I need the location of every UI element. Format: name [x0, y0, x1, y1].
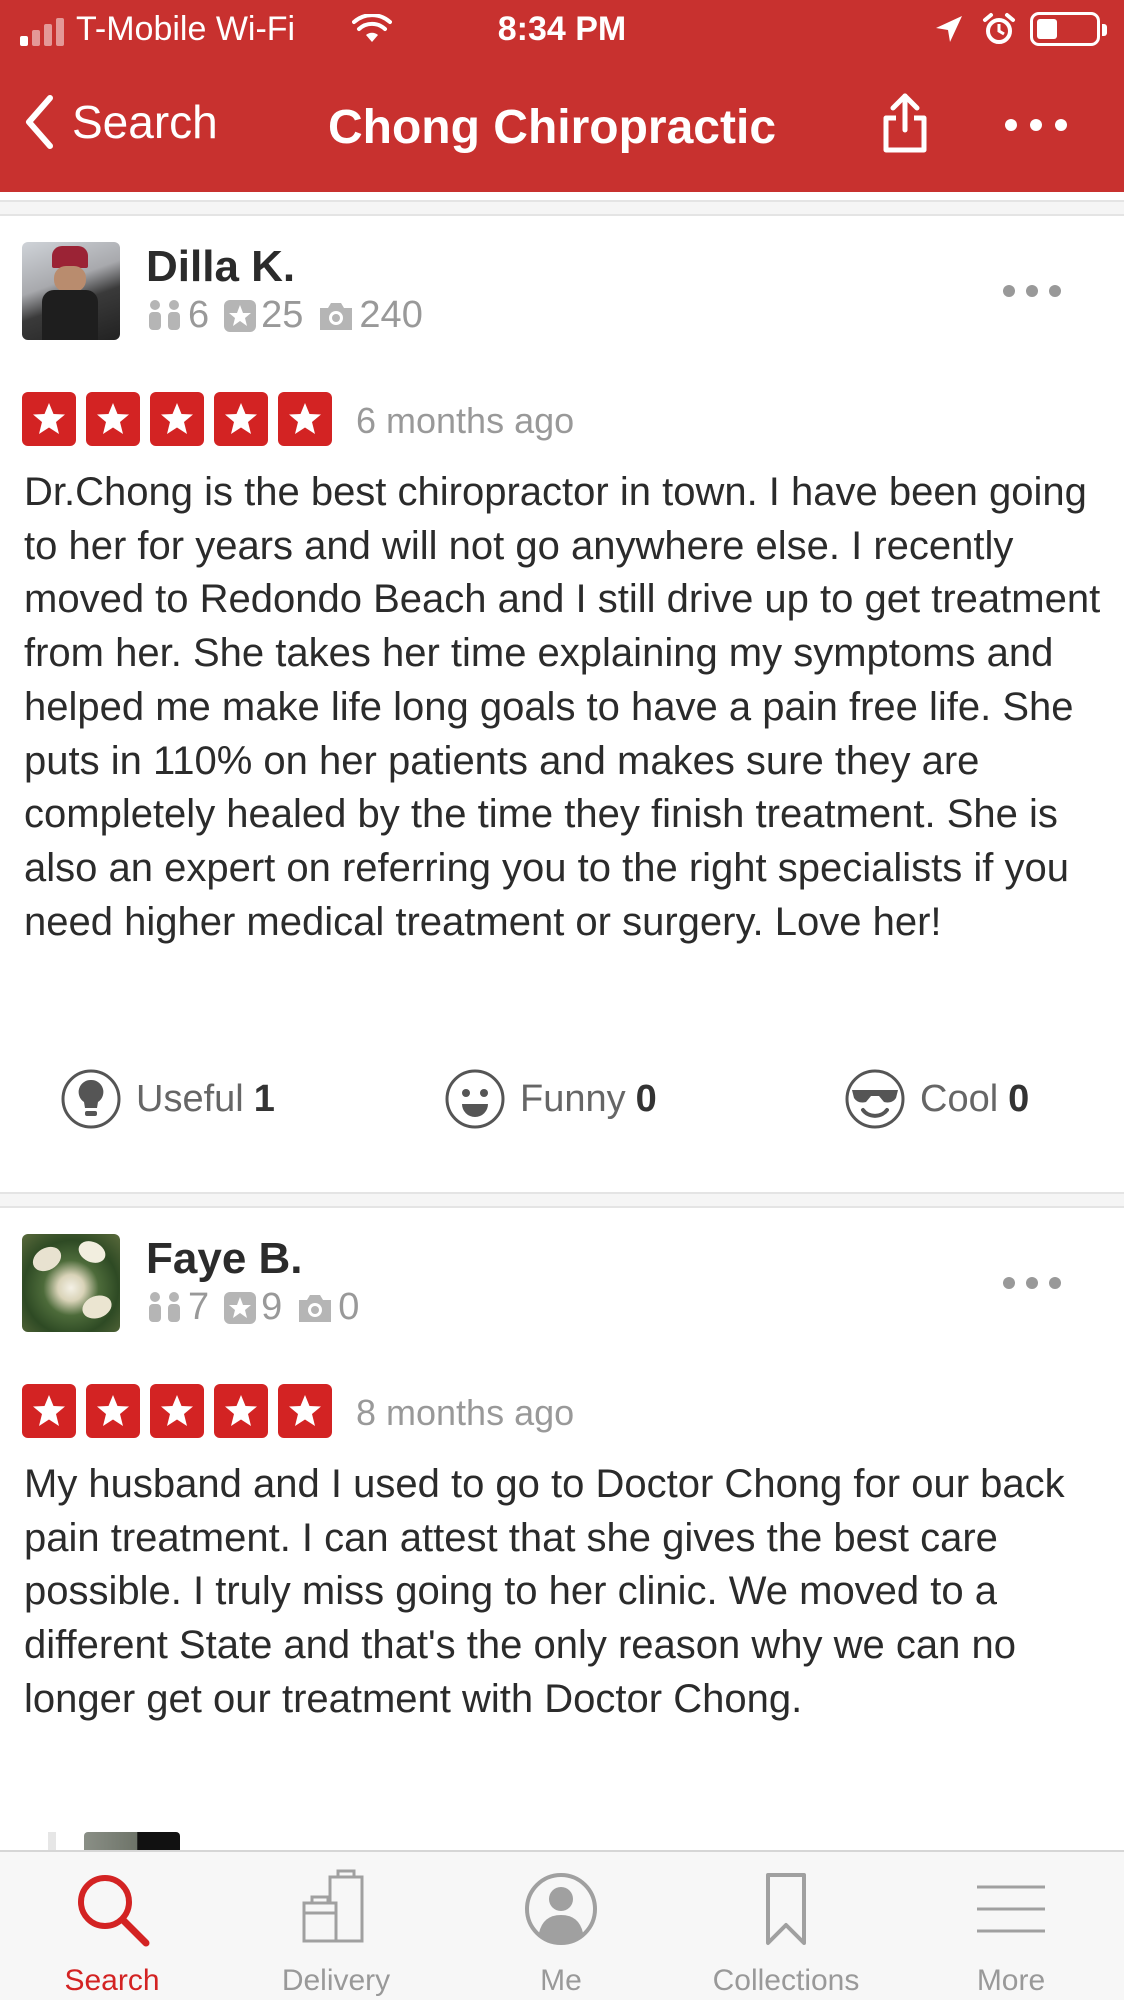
star-icon — [214, 1384, 268, 1438]
reviews-count: 25 — [261, 294, 304, 336]
search-icon — [78, 1875, 150, 1947]
reviews-count: 9 — [261, 1286, 283, 1328]
bottom-tab-bar: Search Delivery Me Collections More — [0, 1850, 1124, 2000]
camera-icon — [299, 1294, 332, 1322]
star-icon — [86, 392, 140, 446]
profile-icon — [525, 1873, 597, 1945]
funny-label: Funny — [520, 1077, 626, 1120]
app-header: T-Mobile Wi-Fi 8:34 PM Search Chong Chir… — [0, 0, 1124, 192]
star-rating — [22, 1384, 342, 1438]
share-icon[interactable] — [882, 92, 928, 154]
divider — [0, 1192, 1124, 1208]
useful-count: 1 — [253, 1077, 275, 1120]
back-button[interactable]: Search — [24, 94, 218, 150]
review-text: My husband and I used to go to Doctor Ch… — [24, 1462, 1065, 1721]
funny-count: 0 — [635, 1077, 657, 1120]
funny-button[interactable]: Funny 0 — [444, 1068, 657, 1130]
tab-label: More — [976, 1964, 1046, 1997]
star-icon — [86, 1384, 140, 1438]
useful-button[interactable]: Useful 1 — [60, 1068, 275, 1130]
page-title: Chong Chiropractic — [328, 101, 777, 154]
star-icon — [150, 392, 204, 446]
more-options-icon[interactable] — [1004, 118, 1068, 132]
friends-icon — [149, 1291, 180, 1322]
smiley-icon — [445, 1069, 505, 1129]
review-text: Dr.Chong is the best chiropractor in tow… — [24, 470, 1101, 944]
reviewer-name[interactable]: Dilla K. — [146, 242, 295, 292]
back-label: Search — [72, 96, 218, 148]
photos-count: 0 — [338, 1286, 360, 1328]
star-icon — [278, 392, 332, 446]
cool-count: 0 — [1008, 1077, 1030, 1120]
sunglasses-icon — [845, 1069, 905, 1129]
tab-label: Collections — [712, 1964, 860, 1997]
avatar — [84, 1832, 180, 1850]
friends-count: 7 — [188, 1286, 210, 1328]
star-icon — [278, 1384, 332, 1438]
review-options-icon[interactable] — [1002, 284, 1062, 298]
bookmark-icon — [766, 1873, 806, 1945]
review-star-icon — [224, 1291, 257, 1324]
tab-label: Delivery — [281, 1964, 391, 1997]
next-review-preview — [48, 1832, 56, 1850]
status-bar: T-Mobile Wi-Fi 8:34 PM — [0, 0, 1124, 62]
tab-collections[interactable]: Collections — [674, 1866, 898, 1998]
battery-icon — [1030, 12, 1107, 46]
star-icon — [150, 1384, 204, 1438]
review-star-icon — [224, 299, 257, 332]
alarm-icon — [983, 13, 1015, 44]
tab-more[interactable]: More — [899, 1866, 1123, 1998]
location-arrow-icon — [936, 16, 962, 42]
tab-search[interactable]: Search — [0, 1866, 224, 1998]
cool-label: Cool — [920, 1077, 999, 1120]
star-icon — [214, 392, 268, 446]
navigation-bar: Search Chong Chiropractic — [0, 62, 1124, 192]
reviewer-name[interactable]: Faye B. — [146, 1234, 303, 1284]
friends-count: 6 — [188, 294, 210, 336]
reviewer-stats: 6 25 240 — [146, 294, 437, 337]
avatar[interactable] — [22, 1234, 120, 1332]
star-icon — [22, 1384, 76, 1438]
tab-label: Search — [64, 1964, 160, 1997]
lightbulb-icon — [61, 1069, 121, 1129]
avatar[interactable] — [22, 242, 120, 340]
friends-icon — [149, 299, 180, 330]
review-date: 8 months ago — [356, 1392, 575, 1433]
reviewer-stats: 7 9 0 — [146, 1286, 373, 1329]
photos-count: 240 — [359, 294, 423, 336]
camera-icon — [320, 302, 353, 330]
delivery-bag-icon — [302, 1869, 364, 1943]
useful-label: Useful — [136, 1077, 244, 1120]
hamburger-icon — [977, 1885, 1045, 1933]
cool-button[interactable]: Cool 0 — [844, 1068, 1029, 1130]
star-icon — [22, 392, 76, 446]
tab-me[interactable]: Me — [449, 1866, 673, 1998]
divider — [0, 200, 1124, 216]
review-date: 6 months ago — [356, 400, 575, 441]
tab-label: Me — [540, 1964, 582, 1997]
review-options-icon[interactable] — [1002, 1276, 1062, 1290]
tab-delivery[interactable]: Delivery — [224, 1866, 448, 1998]
chevron-left-icon — [26, 95, 53, 149]
star-rating — [22, 392, 342, 446]
vote-bar: Useful 1 Funny 0 Cool 0 — [0, 1068, 1124, 1138]
